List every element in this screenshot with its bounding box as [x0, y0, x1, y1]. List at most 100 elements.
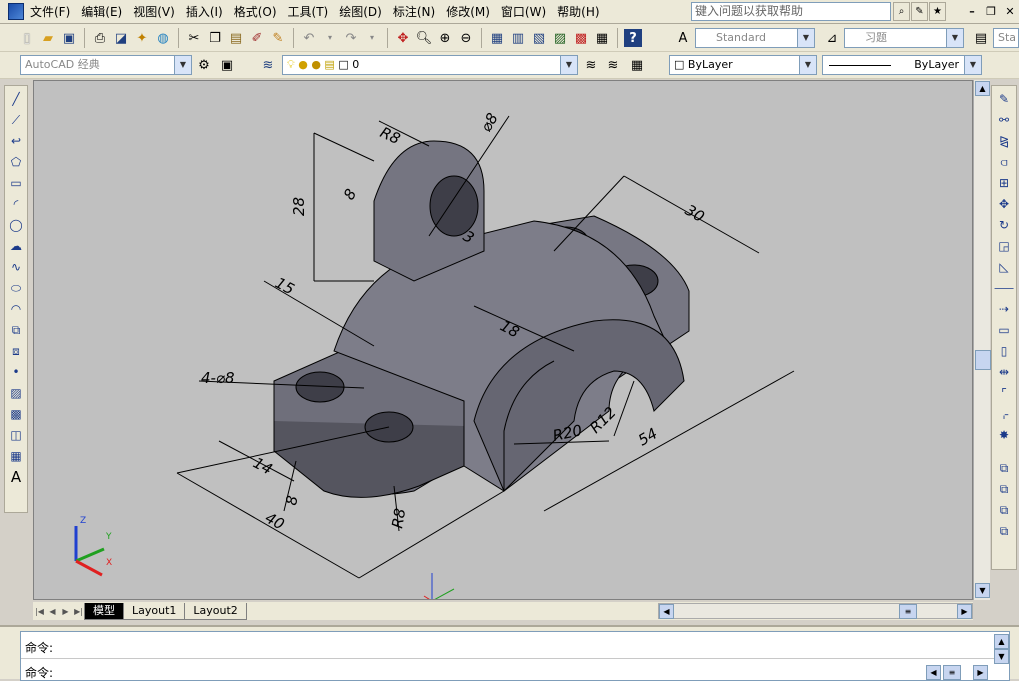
redo-dropdown-icon[interactable]: ▾ — [363, 29, 381, 47]
dim-style-icon[interactable]: ⊿ — [823, 29, 841, 47]
prev-layout-icon[interactable]: ◀ — [46, 604, 59, 618]
make-object-layer-current-icon[interactable]: ≋ — [582, 56, 600, 74]
text-style-select[interactable]: Standard ▼ — [695, 28, 815, 48]
insert-block-icon[interactable]: ⧉ — [7, 321, 25, 339]
layer-states-icon[interactable]: ▦ — [628, 56, 646, 74]
new-icon[interactable]: ▯ — [18, 29, 36, 47]
array-icon[interactable]: ⊞ — [995, 174, 1013, 192]
chamfer-icon[interactable]: ⌜ — [995, 384, 1013, 402]
trim-icon[interactable]: ⸺ — [994, 279, 1014, 297]
arc-icon[interactable]: ◜ — [7, 195, 25, 213]
chevron-down-icon[interactable]: ▼ — [799, 56, 816, 74]
make-block-icon[interactable]: ⧈ — [7, 342, 25, 360]
menu-edit[interactable]: 编辑(E) — [81, 4, 133, 20]
horizontal-scrollbar[interactable]: ◀ ≡ ▶ — [658, 603, 973, 619]
layer-select[interactable]: 💡︎ ● ● ▤ □ 0 ▼ — [282, 55, 578, 75]
layer-previous-icon[interactable]: ≋ — [604, 56, 622, 74]
join-icon[interactable]: ⇹ — [995, 363, 1013, 381]
scroll-up-icon[interactable]: ▲ — [975, 81, 990, 96]
help-icon[interactable]: ? — [624, 29, 642, 47]
markup-icon[interactable]: ▩ — [572, 29, 590, 47]
spline-icon[interactable]: ∿ — [7, 258, 25, 276]
draworder-under-icon[interactable]: ⧉ — [995, 522, 1013, 540]
favorites-icon[interactable]: ★ — [929, 2, 946, 21]
sheet-set-icon[interactable]: ▨ — [551, 29, 569, 47]
vertical-scroll-thumb[interactable] — [975, 350, 991, 370]
ellipse-icon[interactable]: ⬭ — [7, 279, 25, 297]
open-icon[interactable]: ▰ — [39, 29, 57, 47]
copy-object-icon[interactable]: ⚯ — [995, 111, 1013, 129]
command-scroll-thumb[interactable]: ≡ — [943, 665, 961, 680]
menu-insert[interactable]: 插入(I) — [186, 4, 234, 20]
stretch-icon[interactable]: ◺ — [995, 258, 1013, 276]
explode-icon[interactable]: ✸ — [995, 426, 1013, 444]
scroll-left-icon[interactable]: ◀ — [659, 604, 674, 619]
workspace-save-icon[interactable]: ▣ — [218, 56, 236, 74]
menu-modify[interactable]: 修改(M) — [446, 4, 501, 20]
chevron-down-icon[interactable]: ▼ — [946, 29, 963, 47]
break-icon[interactable]: ▯ — [995, 342, 1013, 360]
scale-icon[interactable]: ◲ — [995, 237, 1013, 255]
table-style-icon[interactable]: ▤ — [972, 29, 990, 47]
mirror-icon[interactable]: ⧎ — [995, 132, 1013, 150]
command-scroll-up-icon[interactable]: ▲ — [994, 634, 1009, 649]
chevron-down-icon[interactable]: ▼ — [797, 29, 814, 47]
draworder-above-icon[interactable]: ⧉ — [995, 501, 1013, 519]
tab-model[interactable]: 模型 — [84, 602, 124, 620]
move-icon[interactable]: ✥ — [995, 195, 1013, 213]
menu-draw[interactable]: 绘图(D) — [339, 4, 393, 20]
autocad-app-icon[interactable] — [8, 3, 24, 20]
block-editor-icon[interactable]: ✎ — [269, 29, 287, 47]
extend-icon[interactable]: ⇢ — [995, 300, 1013, 318]
undo-dropdown-icon[interactable]: ▾ — [321, 29, 339, 47]
chevron-down-icon[interactable]: ▼ — [964, 56, 981, 74]
color-select[interactable]: □ ByLayer ▼ — [669, 55, 817, 75]
horizontal-scroll-thumb[interactable]: ≡ — [899, 604, 917, 619]
draworder-back-icon[interactable]: ⧉ — [995, 480, 1013, 498]
construction-line-icon[interactable]: ⟋ — [7, 111, 25, 129]
ellipse-arc-icon[interactable]: ◠ — [7, 300, 25, 318]
menu-dimension[interactable]: 标注(N) — [393, 4, 446, 20]
3d-dwf-icon[interactable]: ◍ — [154, 29, 172, 47]
match-properties-icon[interactable]: ✐ — [248, 29, 266, 47]
communication-center-icon[interactable]: ✎ — [911, 2, 928, 21]
undo-icon[interactable]: ↶ — [300, 29, 318, 47]
command-prompt-current[interactable]: 命令: — [25, 664, 53, 681]
calculator-icon[interactable]: ▦ — [593, 29, 611, 47]
minimize-icon[interactable]: – — [964, 3, 980, 19]
chevron-down-icon[interactable]: ▼ — [560, 56, 577, 74]
menu-tools[interactable]: 工具(T) — [288, 4, 340, 20]
cut-icon[interactable]: ✂ — [185, 29, 203, 47]
publish-icon[interactable]: ✦ — [133, 29, 151, 47]
menu-help[interactable]: 帮助(H) — [557, 4, 610, 20]
revision-cloud-icon[interactable]: ☁ — [7, 237, 25, 255]
zoom-realtime-icon[interactable]: 🔍︎ — [415, 29, 433, 47]
properties-icon[interactable]: ▦ — [488, 29, 506, 47]
draworder-front-icon[interactable]: ⧉ — [995, 459, 1013, 477]
search-icon[interactable]: ⌕ — [893, 2, 910, 21]
gradient-icon[interactable]: ▩ — [7, 405, 25, 423]
region-icon[interactable]: ◫ — [7, 426, 25, 444]
polyline-icon[interactable]: ↩ — [7, 132, 25, 150]
offset-icon[interactable]: ⫏ — [995, 153, 1013, 171]
print-icon[interactable]: ⎙ — [91, 29, 109, 47]
menu-format[interactable]: 格式(O) — [234, 4, 288, 20]
chevron-down-icon[interactable]: ▼ — [174, 56, 191, 74]
menu-window[interactable]: 窗口(W) — [501, 4, 557, 20]
workspace-select[interactable]: AutoCAD 经典 ▼ — [20, 55, 192, 75]
command-history[interactable]: 命令: 命令: ▲ ▼ ◀ ≡ ▶ — [20, 631, 1010, 681]
break-at-point-icon[interactable]: ▭ — [995, 321, 1013, 339]
polygon-icon[interactable]: ⬠ — [7, 153, 25, 171]
circle-icon[interactable]: ◯ — [7, 216, 25, 234]
tab-layout1[interactable]: Layout1 — [123, 602, 186, 620]
menu-file[interactable]: 文件(F) — [30, 4, 81, 20]
restore-icon[interactable]: ❐ — [983, 3, 999, 19]
zoom-window-icon[interactable]: ⊕ — [436, 29, 454, 47]
pan-icon[interactable]: ✥ — [394, 29, 412, 47]
zoom-previous-icon[interactable]: ⊖ — [457, 29, 475, 47]
workspace-settings-icon[interactable]: ⚙ — [195, 56, 213, 74]
scroll-right-icon[interactable]: ▶ — [957, 604, 972, 619]
multiline-text-icon[interactable]: A — [7, 468, 25, 486]
vertical-scrollbar[interactable]: ▲ ▼ — [973, 80, 991, 600]
line-icon[interactable]: ╱ — [7, 90, 25, 108]
